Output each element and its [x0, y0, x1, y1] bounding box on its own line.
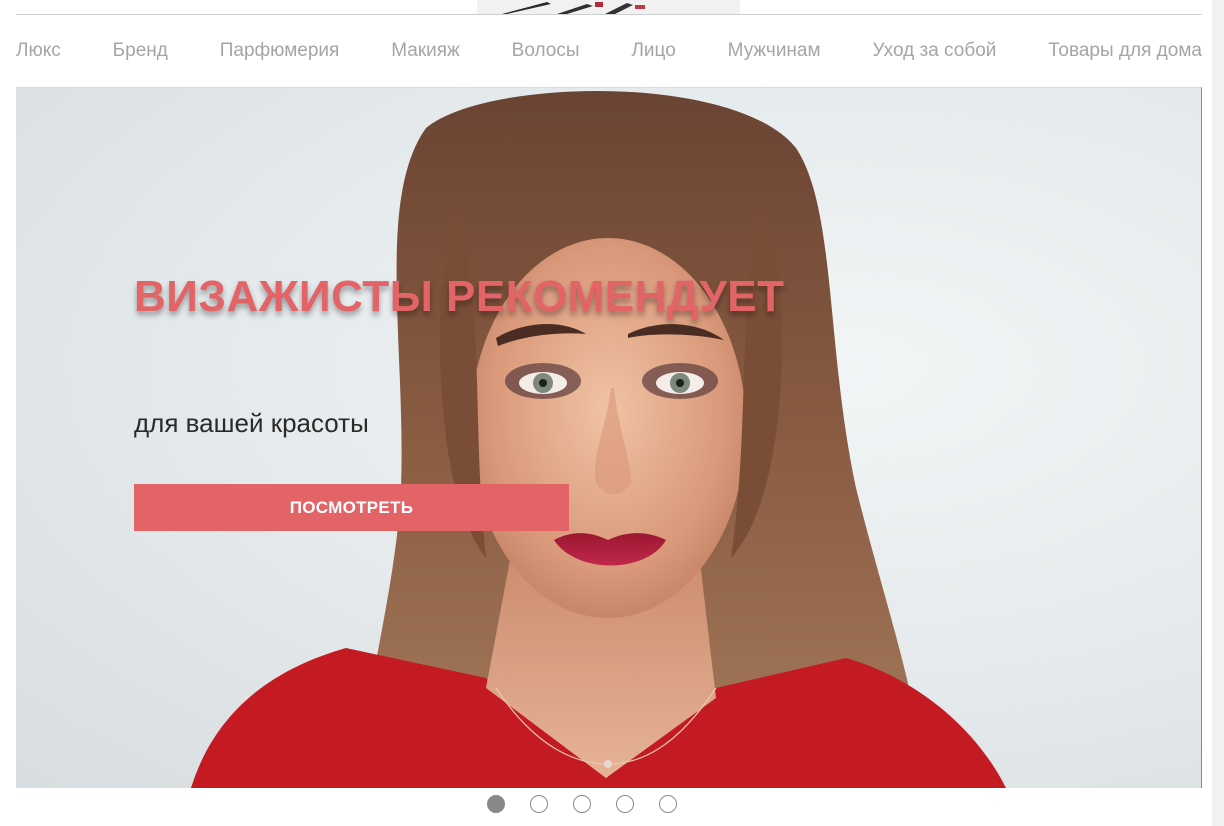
- carousel-dot-4[interactable]: [616, 795, 634, 813]
- carousel-pagination: [487, 795, 677, 813]
- hero-title: ВИЗАЖИСТЫ РЕКОМЕНДУЕТ: [134, 272, 785, 321]
- category-item-makeup[interactable]: Макияж: [391, 28, 460, 74]
- hero-banner: ВИЗАЖИСТЫ РЕКОМЕНДУЕТ для вашей красоты …: [16, 87, 1202, 788]
- category-item-selfcare[interactable]: Уход за собой: [872, 28, 996, 74]
- category-item-lux[interactable]: Люкс: [16, 28, 61, 74]
- carousel-dot-3[interactable]: [573, 795, 591, 813]
- view-button[interactable]: ПОСМОТРЕТЬ: [134, 484, 569, 531]
- carousel-dot-1[interactable]: [487, 795, 505, 813]
- category-item-face[interactable]: Лицо: [631, 28, 675, 74]
- category-item-men[interactable]: Мужчинам: [728, 28, 821, 74]
- product-image-strip: [477, 0, 740, 14]
- category-item-hair[interactable]: Волосы: [512, 28, 580, 74]
- category-item-home[interactable]: Товары для дома: [1048, 28, 1202, 74]
- hero-subtitle: для вашей красоты: [134, 408, 369, 438]
- header-divider: [16, 14, 1202, 15]
- category-item-brand[interactable]: Бренд: [113, 28, 168, 74]
- scrollbar-track[interactable]: [1212, 0, 1224, 826]
- carousel-dot-5[interactable]: [659, 795, 677, 813]
- category-item-perfume[interactable]: Парфюмерия: [220, 28, 340, 74]
- page: Люкс Бренд Парфюмерия Макияж Волосы Лицо…: [0, 0, 1224, 826]
- category-nav: Люкс Бренд Парфюмерия Макияж Волосы Лицо…: [16, 28, 1202, 74]
- carousel-dot-2[interactable]: [530, 795, 548, 813]
